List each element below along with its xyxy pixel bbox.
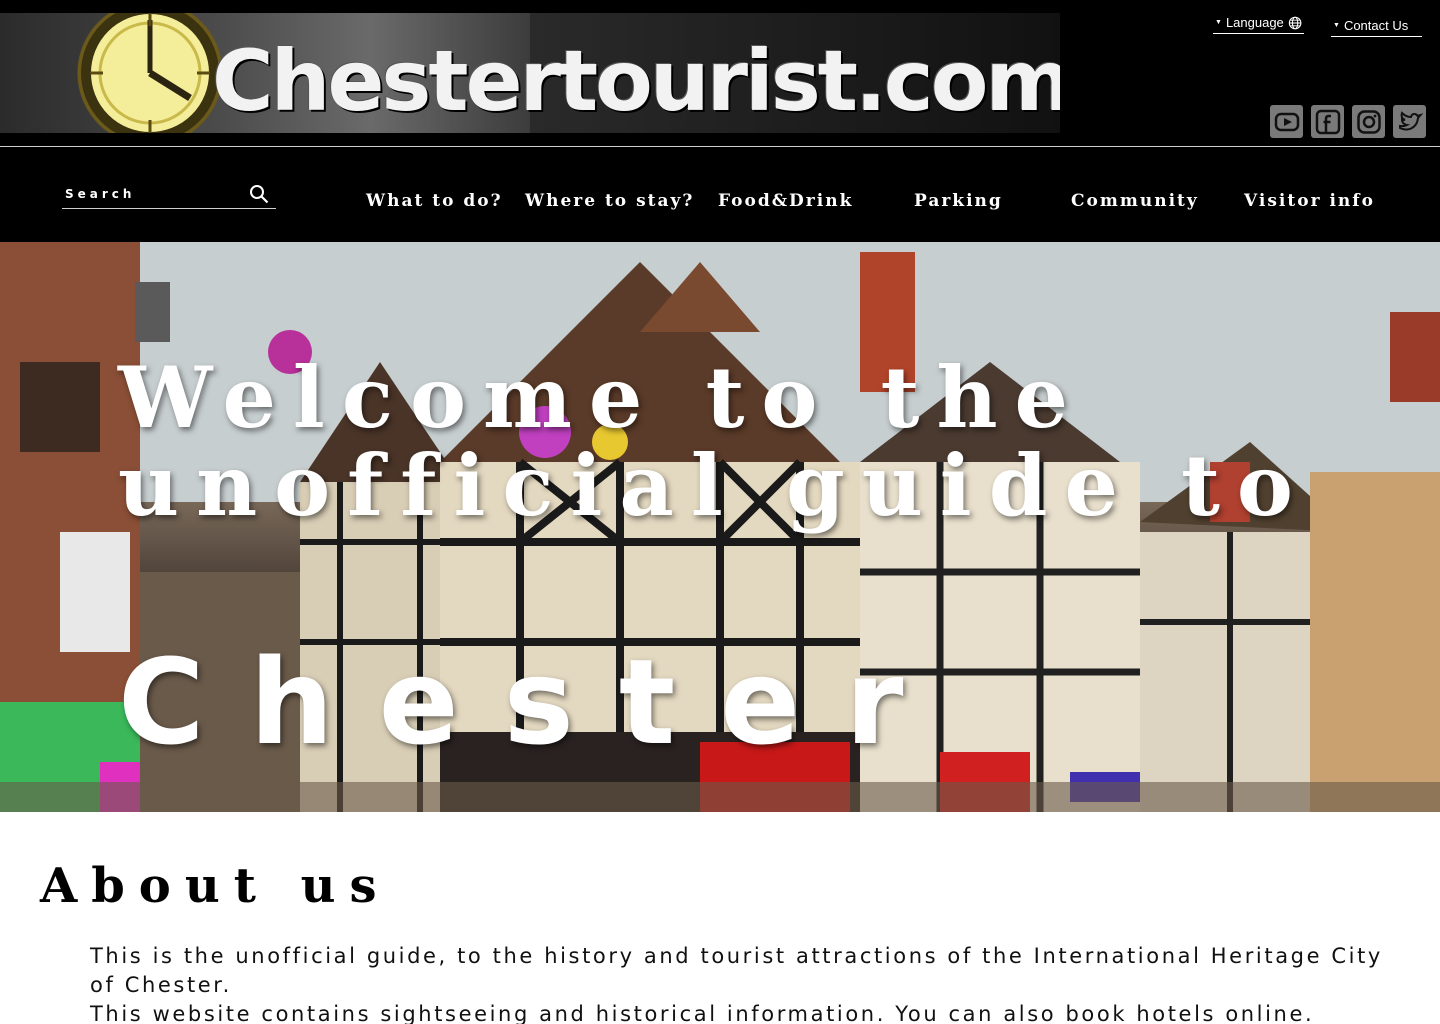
nav-item-visitor-info[interactable]: Visitor info bbox=[1244, 191, 1375, 211]
site-logo[interactable]: Chestertourist.com bbox=[0, 13, 1060, 133]
instagram-icon[interactable] bbox=[1352, 105, 1385, 138]
about-text: This is the unofficial guide, to the his… bbox=[90, 942, 1390, 1024]
top-header: Chestertourist.com ▼ Language ▼ Contact … bbox=[0, 0, 1440, 146]
youtube-icon[interactable] bbox=[1270, 105, 1303, 138]
about-paragraph: This website contains sightseeing and hi… bbox=[90, 1002, 1315, 1024]
nav-item-community[interactable]: Community bbox=[1071, 191, 1199, 211]
hero-title-line1: Welcome to the bbox=[118, 348, 1085, 447]
search-input[interactable] bbox=[62, 187, 232, 201]
nav-item-where-to-stay[interactable]: Where to stay? bbox=[525, 191, 694, 211]
hero-banner: Welcome to the unofficial guide to Chest… bbox=[0, 242, 1440, 812]
nav-item-parking[interactable]: Parking bbox=[914, 191, 1003, 211]
hero-title-line2: unofficial guide to bbox=[118, 436, 1310, 535]
twitter-icon[interactable] bbox=[1393, 105, 1426, 138]
search-bar bbox=[62, 180, 276, 209]
dropdown-arrow-icon: ▼ bbox=[1215, 19, 1222, 26]
logo-text: Chestertourist.com bbox=[212, 32, 1060, 130]
about-heading: About us bbox=[40, 858, 391, 914]
hero-city-name: Chester bbox=[118, 633, 949, 771]
search-icon[interactable] bbox=[248, 183, 270, 205]
about-paragraph: This is the unofficial guide, to the his… bbox=[90, 944, 1383, 997]
main-nav: What to do? Where to stay? Food&Drink Pa… bbox=[0, 147, 1440, 242]
nav-item-food-drink[interactable]: Food&Drink bbox=[718, 191, 853, 211]
hero-title: Welcome to the unofficial guide to bbox=[118, 354, 1310, 530]
language-label: Language bbox=[1225, 15, 1284, 30]
nav-item-what-to-do[interactable]: What to do? bbox=[366, 191, 503, 211]
contact-label: Contact Us bbox=[1343, 18, 1409, 33]
globe-icon bbox=[1288, 16, 1302, 29]
social-links bbox=[1270, 105, 1426, 138]
contact-us-link[interactable]: ▼ Contact Us bbox=[1331, 17, 1422, 37]
facebook-icon[interactable] bbox=[1311, 105, 1344, 138]
dropdown-arrow-icon: ▼ bbox=[1333, 22, 1340, 29]
language-selector[interactable]: ▼ Language bbox=[1213, 14, 1304, 34]
